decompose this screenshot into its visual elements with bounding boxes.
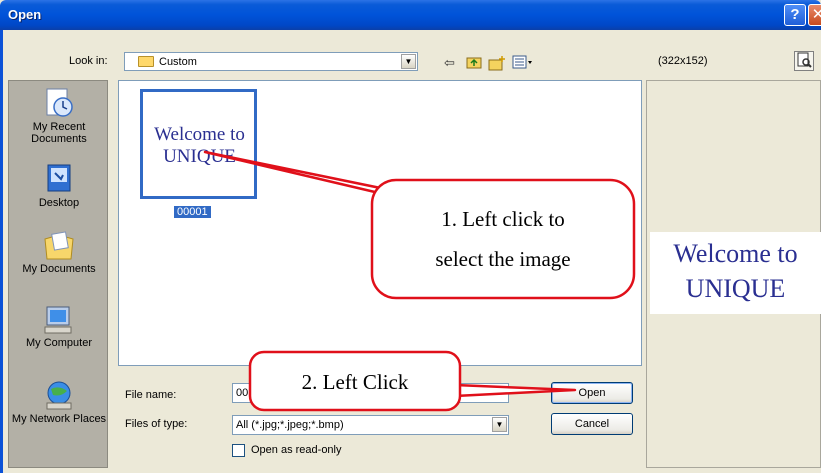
annotation-overlay bbox=[203, 150, 636, 412]
callout-1-line-1: 1. Left click to bbox=[441, 207, 565, 231]
callout-1-line-2: select the image bbox=[435, 247, 571, 271]
callout-2-pointer bbox=[453, 383, 577, 398]
callout-2-text: 2. Left Click bbox=[301, 370, 409, 394]
callout-1-box bbox=[370, 178, 636, 300]
